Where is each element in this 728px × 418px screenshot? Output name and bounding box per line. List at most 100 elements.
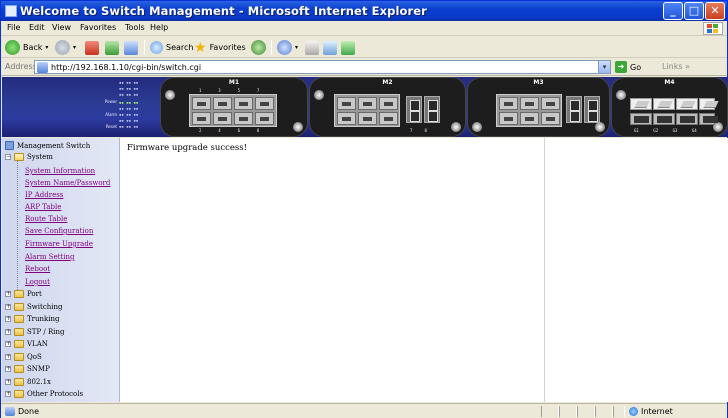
- link-route-table[interactable]: Route Table: [25, 215, 67, 223]
- refresh-icon: [105, 40, 119, 55]
- rj45-port[interactable]: [255, 112, 274, 125]
- menu-edit[interactable]: Edit: [29, 23, 45, 32]
- expand-icon[interactable]: +: [5, 354, 11, 360]
- rj45-port[interactable]: [520, 97, 539, 110]
- go-button[interactable]: ➔ Go: [615, 61, 641, 73]
- link-reboot[interactable]: Reboot: [25, 265, 50, 273]
- rj45-port[interactable]: [520, 112, 539, 125]
- folder-vlan[interactable]: + VLAN: [5, 340, 48, 348]
- link-system-name-password[interactable]: System Name/Password: [25, 179, 110, 187]
- back-button[interactable]: Back ▾: [5, 39, 48, 56]
- expand-icon[interactable]: +: [5, 291, 11, 297]
- link-firmware-upgrade[interactable]: Firmware Upgrade: [25, 240, 93, 248]
- address-bar: Address http://192.168.1.10/cgi-bin/swit…: [1, 58, 727, 76]
- expand-icon[interactable]: +: [5, 391, 11, 397]
- link-arp-table[interactable]: ARP Table: [25, 203, 61, 211]
- folder-snmp[interactable]: + SNMP: [5, 365, 50, 373]
- folder-label: Trunking: [27, 315, 60, 323]
- module-m4[interactable]: M4 G1 G2 G3 G4: [611, 77, 728, 137]
- tree-root[interactable]: Management Switch: [5, 141, 90, 150]
- rj45-port[interactable]: [337, 97, 356, 110]
- rj45-port[interactable]: [541, 112, 560, 125]
- fiber-port[interactable]: [566, 96, 582, 123]
- folder-qos[interactable]: + QoS: [5, 353, 42, 361]
- address-input[interactable]: http://192.168.1.10/cgi-bin/switch.cgi ▾: [34, 60, 611, 74]
- address-url[interactable]: http://192.168.1.10/cgi-bin/switch.cgi: [51, 63, 201, 72]
- minimize-button[interactable]: _: [663, 2, 683, 20]
- menu-tools[interactable]: Tools: [125, 23, 145, 32]
- forward-button[interactable]: ▾: [55, 39, 76, 56]
- sfp-port[interactable]: [676, 113, 698, 125]
- folder-other-protocols[interactable]: + Other Protocols: [5, 390, 83, 398]
- rj45-port[interactable]: [499, 112, 518, 125]
- menu-view[interactable]: View: [52, 23, 71, 32]
- link-ip-address[interactable]: IP Address: [25, 191, 63, 199]
- rj45-port[interactable]: [234, 97, 253, 110]
- print-button[interactable]: [305, 39, 319, 56]
- sfp-port[interactable]: [630, 98, 652, 110]
- link-save-configuration[interactable]: Save Configuration: [25, 227, 93, 235]
- status-cell: [577, 406, 595, 417]
- sfp-port[interactable]: [630, 113, 652, 125]
- folder-system[interactable]: − System: [5, 153, 53, 161]
- sfp-port[interactable]: [653, 113, 675, 125]
- sfp-port[interactable]: [699, 98, 715, 110]
- folder-port[interactable]: + Port: [5, 290, 42, 298]
- rj45-port[interactable]: [192, 112, 211, 125]
- expand-icon[interactable]: +: [5, 366, 11, 372]
- history-button[interactable]: [251, 39, 266, 56]
- expand-icon[interactable]: +: [5, 329, 11, 335]
- link-logout[interactable]: Logout: [25, 278, 50, 286]
- rj45-port[interactable]: [358, 97, 377, 110]
- refresh-button[interactable]: [105, 39, 119, 56]
- sfp-port[interactable]: [699, 113, 718, 125]
- sfp-port[interactable]: [676, 98, 698, 110]
- collapse-icon[interactable]: −: [5, 154, 11, 160]
- rj45-port[interactable]: [213, 112, 232, 125]
- module-m2[interactable]: M2 7 8: [309, 77, 466, 137]
- menu-favorites[interactable]: Favorites: [80, 23, 116, 32]
- rj45-port[interactable]: [234, 112, 253, 125]
- close-button[interactable]: ✕: [705, 2, 725, 20]
- rj45-port[interactable]: [379, 112, 398, 125]
- link-alarm-setting[interactable]: Alarm Setting: [25, 253, 74, 261]
- search-button[interactable]: Search: [150, 39, 193, 56]
- security-zone[interactable]: Internet: [629, 407, 673, 416]
- fiber-port[interactable]: [424, 96, 440, 123]
- expand-icon[interactable]: +: [5, 379, 11, 385]
- menu-help[interactable]: Help: [150, 23, 168, 32]
- menu-file[interactable]: File: [7, 23, 20, 32]
- rj45-port[interactable]: [379, 97, 398, 110]
- link-system-information[interactable]: System Information: [25, 167, 95, 175]
- rj45-port[interactable]: [499, 97, 518, 110]
- folder-802-1x[interactable]: +802.1x: [5, 378, 51, 386]
- expand-icon[interactable]: +: [5, 341, 11, 347]
- address-dropdown-icon[interactable]: ▾: [598, 61, 610, 73]
- stop-button[interactable]: [85, 39, 99, 56]
- messenger-button[interactable]: [341, 39, 355, 56]
- folder-trunking[interactable]: + Trunking: [5, 315, 60, 323]
- mail-button[interactable]: ▾: [277, 39, 298, 56]
- edit-button[interactable]: [323, 39, 337, 56]
- fiber-port[interactable]: [584, 96, 600, 123]
- maximize-button[interactable]: □: [684, 2, 704, 20]
- folder-stp-ring[interactable]: + STP / Ring: [5, 328, 64, 336]
- rj45-port[interactable]: [358, 112, 377, 125]
- switch-panel-banner: ▪▪ ▪▪ ▪▪ ▪▪ ▪▪ ▪▪ ▪▪ ▪▪ ▪▪ Power ▪▪ ▪▪ ▪…: [2, 77, 728, 137]
- favorites-button[interactable]: ★ Favorites: [194, 39, 246, 56]
- expand-icon[interactable]: +: [5, 316, 11, 322]
- home-button[interactable]: [124, 39, 138, 56]
- rj45-port[interactable]: [337, 112, 356, 125]
- folder-icon: [14, 353, 24, 361]
- rj45-port[interactable]: [255, 97, 274, 110]
- links-button[interactable]: Links »: [662, 62, 690, 71]
- fiber-port[interactable]: [406, 96, 422, 123]
- rj45-port[interactable]: [192, 97, 211, 110]
- expand-icon[interactable]: +: [5, 304, 11, 310]
- folder-switching[interactable]: + Switching: [5, 303, 63, 311]
- module-m1[interactable]: M1 1 3 5 7 2 4 6 8: [160, 77, 308, 137]
- rj45-port[interactable]: [213, 97, 232, 110]
- rj45-port[interactable]: [541, 97, 560, 110]
- module-m3[interactable]: M3: [467, 77, 610, 137]
- sfp-port[interactable]: [653, 98, 675, 110]
